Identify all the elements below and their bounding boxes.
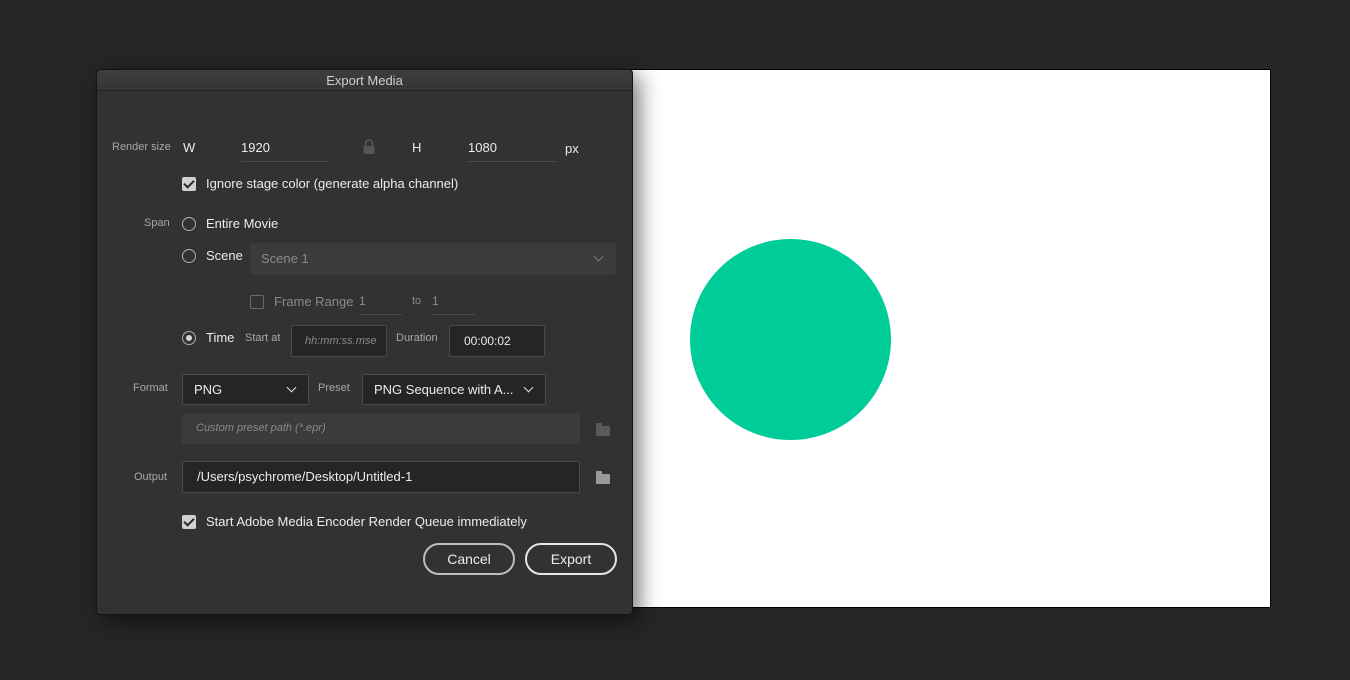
preset-dropdown-value: PNG Sequence with A... xyxy=(374,382,514,397)
duration-field[interactable]: 00:00:02 xyxy=(449,325,545,357)
start-at-field[interactable]: hh:mm:ss.mse xyxy=(291,325,387,357)
ignore-stage-color-label[interactable]: Ignore stage color (generate alpha chann… xyxy=(206,176,458,191)
entire-movie-radio[interactable] xyxy=(182,217,196,231)
format-dropdown[interactable]: PNG xyxy=(182,374,309,405)
scene-radio[interactable] xyxy=(182,249,196,263)
frame-range-to-field[interactable]: 1 xyxy=(432,294,475,315)
green-circle-shape[interactable] xyxy=(690,239,891,440)
frame-range-to-label: to xyxy=(412,295,422,307)
preset-label: Preset xyxy=(318,382,350,394)
lock-icon[interactable] xyxy=(362,139,376,155)
preset-dropdown[interactable]: PNG Sequence with A... xyxy=(362,374,546,405)
export-button[interactable]: Export xyxy=(525,543,617,575)
chevron-down-icon xyxy=(286,382,297,393)
dialog-title[interactable]: Export Media xyxy=(97,70,632,91)
start-at-label: Start at xyxy=(245,332,281,344)
entire-movie-label[interactable]: Entire Movie xyxy=(206,216,278,231)
start-encoder-label[interactable]: Start Adobe Media Encoder Render Queue i… xyxy=(206,514,527,529)
time-label[interactable]: Time xyxy=(206,330,234,345)
chevron-down-icon xyxy=(523,382,534,393)
frame-range-checkbox[interactable] xyxy=(250,295,264,309)
width-field[interactable]: 1920 xyxy=(241,140,329,162)
output-label: Output xyxy=(134,471,168,483)
duration-label: Duration xyxy=(396,332,438,344)
frame-range-label: Frame Range xyxy=(274,294,354,309)
span-label: Span xyxy=(144,217,170,229)
scene-label[interactable]: Scene xyxy=(206,248,243,263)
format-label: Format xyxy=(133,382,168,394)
render-size-label: Render size xyxy=(112,141,171,153)
height-label: H xyxy=(412,140,422,155)
cancel-button[interactable]: Cancel xyxy=(423,543,515,575)
folder-icon[interactable] xyxy=(596,423,610,436)
scene-select-value: Scene 1 xyxy=(261,251,309,266)
folder-icon[interactable] xyxy=(596,471,610,484)
time-radio[interactable] xyxy=(182,331,196,345)
start-encoder-checkbox[interactable] xyxy=(182,515,196,529)
frame-range-from-field[interactable]: 1 xyxy=(359,294,402,315)
chevron-down-icon xyxy=(593,251,604,262)
stage-canvas xyxy=(600,69,1271,608)
export-media-dialog: Export Media Render size W 1920 H 1080 p… xyxy=(96,69,633,615)
pixel-unit-label: px xyxy=(565,141,579,156)
width-label: W xyxy=(183,140,196,155)
height-field[interactable]: 1080 xyxy=(468,140,556,162)
format-dropdown-value: PNG xyxy=(194,382,223,397)
scene-select[interactable]: Scene 1 xyxy=(250,243,616,275)
ignore-stage-color-checkbox[interactable] xyxy=(182,177,196,191)
custom-preset-path-field[interactable]: Custom preset path (*.epr) xyxy=(182,414,580,444)
output-path-field[interactable]: /Users/psychrome/Desktop/Untitled-1 xyxy=(182,461,580,493)
